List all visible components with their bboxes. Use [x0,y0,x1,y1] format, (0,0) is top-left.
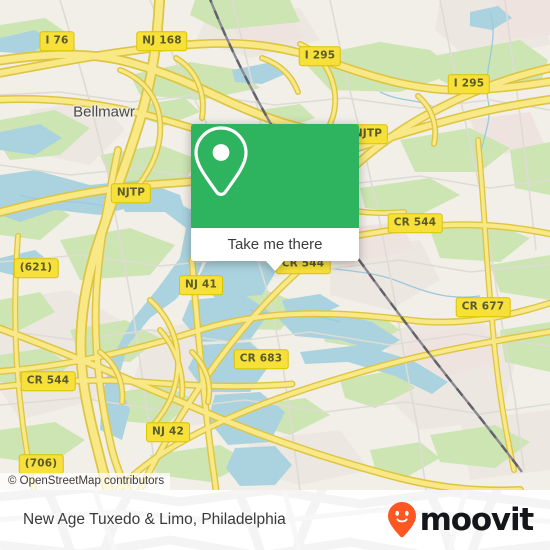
footer-bar: New Age Tuxedo & Limo, Philadelphia moov… [0,490,550,550]
openstreetmap-attribution[interactable]: © OpenStreetMap contributors [0,473,171,490]
map-pin-icon [194,126,248,196]
road-shield-621[interactable]: (621) [13,258,59,278]
popup-header [191,124,359,228]
popup-pointer-tail [265,260,285,271]
road-shield-cr683[interactable]: CR 683 [233,349,289,369]
road-shield-i295-west[interactable]: I 295 [298,46,342,66]
take-me-there-label: Take me there [227,236,323,253]
place-title: New Age Tuxedo & Limo, Philadelphia [23,511,286,528]
location-popup-card[interactable]: Take me there [191,124,359,271]
moovit-smiley-pin-icon [387,502,416,538]
road-shield-i295-east[interactable]: I 295 [447,74,491,94]
road-shield-cr544-west[interactable]: CR 544 [20,371,76,391]
road-shield-nj41[interactable]: NJ 41 [179,275,223,295]
road-shield-cr677[interactable]: CR 677 [455,297,511,317]
moovit-map-screenshot: Bellmawr I 76 NJ 168 I 295 I 295 NJTP NJ… [0,0,550,550]
road-shield-njtp-west[interactable]: NJTP [110,183,152,203]
road-shield-706[interactable]: (706) [18,454,64,474]
road-shield-nj42[interactable]: NJ 42 [146,422,190,442]
moovit-wordmark: moovit [419,501,535,538]
moovit-brand[interactable]: moovit [387,501,535,539]
popup-footer[interactable]: Take me there [191,228,359,271]
road-shield-cr544-east[interactable]: CR 544 [387,213,443,233]
place-label-bellmawr: Bellmawr [73,103,135,121]
map-canvas[interactable]: Bellmawr I 76 NJ 168 I 295 I 295 NJTP NJ… [0,0,550,490]
road-shield-i76[interactable]: I 76 [39,31,75,51]
road-shield-nj168[interactable]: NJ 168 [136,31,188,51]
